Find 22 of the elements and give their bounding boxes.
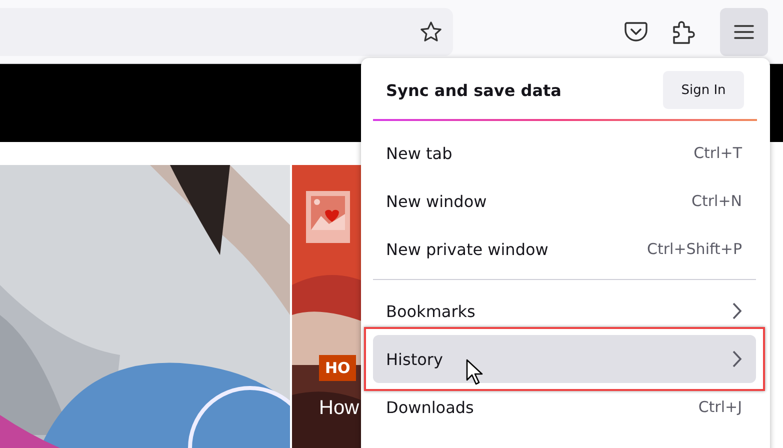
image-icon xyxy=(305,190,351,244)
category-tag: HO xyxy=(319,355,356,381)
shortcut-text: Ctrl+J xyxy=(698,398,742,416)
sign-in-button[interactable]: Sign In xyxy=(663,71,744,109)
shortcut-text: Ctrl+T xyxy=(694,144,742,162)
cursor-icon xyxy=(466,359,484,385)
shortcut-text: Ctrl+Shift+P xyxy=(647,240,742,258)
pocket-icon[interactable] xyxy=(624,20,648,42)
menu-button[interactable] xyxy=(720,8,768,56)
menu-item[interactable]: Downloads Ctrl+J xyxy=(373,383,756,431)
puzzle-icon[interactable] xyxy=(672,18,696,44)
chevron-right-icon xyxy=(732,302,742,320)
chevron-right-icon xyxy=(732,350,742,368)
menu-item[interactable]: New window Ctrl+N xyxy=(373,177,756,225)
star-icon[interactable] xyxy=(419,20,443,44)
menu-icon xyxy=(734,24,754,40)
menu-item[interactable]: History xyxy=(373,335,756,383)
menu-item[interactable]: New private window Ctrl+Shift+P xyxy=(373,225,756,273)
shortcut-text: Ctrl+N xyxy=(692,192,742,210)
menu-header: Sync and save data xyxy=(386,80,562,100)
menu-item[interactable]: New tab Ctrl+T xyxy=(373,129,756,177)
menu-item[interactable]: Bookmarks xyxy=(373,287,756,335)
